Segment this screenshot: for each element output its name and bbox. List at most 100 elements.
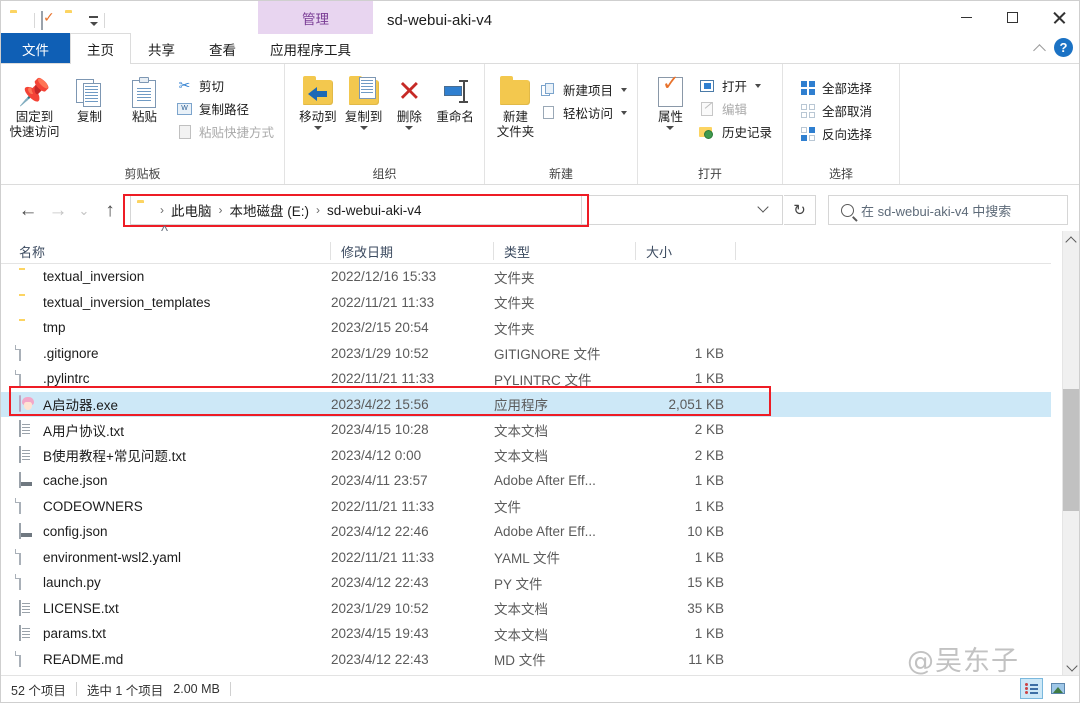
table-row[interactable]: tmp2023/2/15 20:54文件夹 — [1, 315, 1051, 341]
column-header-type[interactable]: 类型 — [494, 239, 636, 264]
minimize-button[interactable] — [943, 1, 989, 34]
status-separator-2 — [230, 682, 231, 696]
delete-button[interactable]: ✕ 删除 — [387, 70, 433, 130]
new-item-caret-icon[interactable] — [621, 88, 627, 92]
delete-icon: ✕ — [397, 74, 421, 110]
tab-file[interactable]: 文件 — [1, 33, 70, 63]
column-header-date[interactable]: 修改日期 — [331, 239, 494, 264]
copy-path-button[interactable]: W 复制路径 — [172, 97, 278, 120]
address-folder-icon — [137, 201, 155, 219]
column-header-name[interactable]: 名称 — [1, 239, 331, 264]
select-none-button[interactable]: 全部取消 — [795, 99, 876, 122]
recent-locations-button[interactable]: ⌄ — [73, 196, 95, 226]
scroll-up-button[interactable] — [1063, 231, 1079, 248]
details-view-button[interactable] — [1020, 678, 1043, 699]
vertical-scrollbar[interactable] — [1062, 231, 1079, 676]
table-row[interactable]: A用户协议.txt2023/4/15 10:28文本文档2 KB — [1, 417, 1051, 443]
file-name-text: cache.json — [43, 473, 108, 488]
properties-caret-icon[interactable] — [666, 126, 674, 130]
scrollbar-thumb[interactable] — [1063, 389, 1080, 511]
new-folder-button[interactable]: 新建 文件夹 — [495, 70, 536, 140]
table-row[interactable]: cache.json2023/4/11 23:57Adobe After Eff… — [1, 468, 1051, 494]
qat-new-folder-icon[interactable] — [65, 11, 83, 29]
file-name-cell: cache.json — [1, 472, 331, 489]
search-box[interactable]: 在 sd-webui-aki-v4 中搜索 — [828, 195, 1068, 225]
help-icon[interactable]: ? — [1054, 38, 1073, 57]
move-to-button[interactable]: 移动到 — [295, 70, 341, 130]
table-row[interactable]: params.txt2023/4/15 19:43文本文档1 KB — [1, 621, 1051, 647]
address-bar-empty-area[interactable] — [582, 195, 744, 225]
delete-caret-icon[interactable] — [405, 126, 413, 130]
maximize-button[interactable] — [989, 1, 1035, 34]
text-icon — [19, 600, 34, 617]
tab-application-tools-label: 应用程序工具 — [270, 39, 351, 59]
refresh-button[interactable]: ↻ — [784, 195, 816, 225]
open-caret-icon[interactable] — [755, 84, 761, 88]
rename-label: 重命名 — [436, 110, 474, 125]
qat-folder-icon[interactable] — [10, 11, 28, 29]
file-size-cell: 11 KB — [636, 652, 736, 667]
tab-home[interactable]: 主页 — [70, 33, 131, 63]
history-button[interactable]: 历史记录 — [695, 120, 776, 143]
file-list[interactable]: textual_inversion2022/12/16 15:33文件夹text… — [1, 264, 1051, 676]
close-button[interactable] — [1035, 1, 1080, 34]
file-name-cell: .gitignore — [1, 345, 331, 362]
table-row[interactable]: textual_inversion2022/12/16 15:33文件夹 — [1, 264, 1051, 290]
table-row[interactable]: A启动器.exe2023/4/22 15:56应用程序2,051 KB — [1, 392, 1051, 418]
file-name-cell: README.md — [1, 651, 331, 668]
file-size-cell: 1 KB — [636, 626, 736, 641]
forward-button[interactable]: → — [43, 196, 73, 226]
move-to-caret-icon[interactable] — [314, 126, 322, 130]
collapse-ribbon-icon[interactable] — [1033, 44, 1046, 57]
table-row[interactable]: .pylintrc2022/11/21 11:33PYLINTRC 文件1 KB — [1, 366, 1051, 392]
file-icon — [19, 345, 34, 362]
table-row[interactable]: environment-wsl2.yaml2022/11/21 11:33YAM… — [1, 545, 1051, 571]
edit-button[interactable]: 编辑 — [695, 97, 776, 120]
back-button[interactable]: ← — [13, 196, 43, 226]
invert-selection-button[interactable]: 反向选择 — [795, 122, 876, 145]
open-small-buttons: 打开 编辑 — [695, 70, 776, 143]
properties-button[interactable]: 属性 — [646, 70, 695, 130]
cut-button[interactable]: ✂ 剪切 — [172, 74, 278, 97]
column-header-size[interactable]: 大小 — [636, 239, 736, 264]
open-icon — [699, 77, 716, 94]
table-row[interactable]: textual_inversion_templates2022/11/21 11… — [1, 290, 1051, 316]
qat-properties-icon[interactable] — [41, 11, 59, 29]
table-row[interactable]: LICENSE.txt2023/1/29 10:52文本文档35 KB — [1, 596, 1051, 622]
address-bar[interactable]: › 此电脑 › 本地磁盘 (E:) › sd-webui-aki-v4 — [130, 195, 582, 225]
copy-button[interactable]: 复制 — [62, 70, 117, 125]
tab-file-label: 文件 — [22, 39, 49, 59]
table-row[interactable]: .gitignore2023/1/29 10:52GITIGNORE 文件1 K… — [1, 341, 1051, 367]
easy-access-caret-icon[interactable] — [621, 111, 627, 115]
new-folder-icon — [500, 74, 530, 110]
tab-home-label: 主页 — [87, 39, 114, 59]
up-button[interactable]: ↑ — [95, 196, 125, 226]
breadcrumb-local-disk-e[interactable]: 本地磁盘 (E:) — [226, 200, 314, 220]
file-name-cell: tmp — [1, 319, 331, 336]
open-button[interactable]: 打开 — [695, 74, 776, 97]
paste-shortcut-button[interactable]: 粘贴快捷方式 — [172, 120, 278, 143]
breadcrumb-sd-webui-aki-v4[interactable]: sd-webui-aki-v4 — [323, 203, 426, 218]
paste-button[interactable]: 粘贴 — [117, 70, 172, 125]
table-row[interactable]: CODEOWNERS2022/11/21 11:33文件1 KB — [1, 494, 1051, 520]
copy-to-caret-icon[interactable] — [360, 126, 368, 130]
qat-customize-icon[interactable] — [89, 16, 98, 24]
easy-access-button[interactable]: 轻松访问 — [536, 101, 631, 124]
table-row[interactable]: B使用教程+常见问题.txt2023/4/12 0:00文本文档2 KB — [1, 443, 1051, 469]
breadcrumb-this-pc[interactable]: 此电脑 — [167, 200, 216, 220]
copy-to-button[interactable]: 复制到 — [341, 70, 387, 130]
tab-application-tools[interactable]: 应用程序工具 — [253, 33, 368, 63]
file-name-cell: textual_inversion — [1, 268, 331, 285]
new-item-button[interactable]: 新建项目 — [536, 78, 631, 101]
address-bar-dropdown-button[interactable] — [743, 195, 783, 225]
rename-button[interactable]: 重命名 — [432, 70, 478, 125]
table-row[interactable]: launch.py2023/4/12 22:43PY 文件15 KB — [1, 570, 1051, 596]
thumbnail-view-button[interactable] — [1046, 678, 1069, 699]
tab-view[interactable]: 查看 — [192, 33, 253, 63]
pin-to-quick-access-button[interactable]: 📌 固定到 快速访问 — [7, 70, 62, 140]
tab-share[interactable]: 共享 — [131, 33, 192, 63]
select-all-button[interactable]: 全部选择 — [795, 76, 876, 99]
table-row[interactable]: config.json2023/4/12 22:46Adobe After Ef… — [1, 519, 1051, 545]
scroll-down-button[interactable] — [1063, 659, 1080, 676]
table-row[interactable]: README.md2023/4/12 22:43MD 文件11 KB — [1, 647, 1051, 673]
